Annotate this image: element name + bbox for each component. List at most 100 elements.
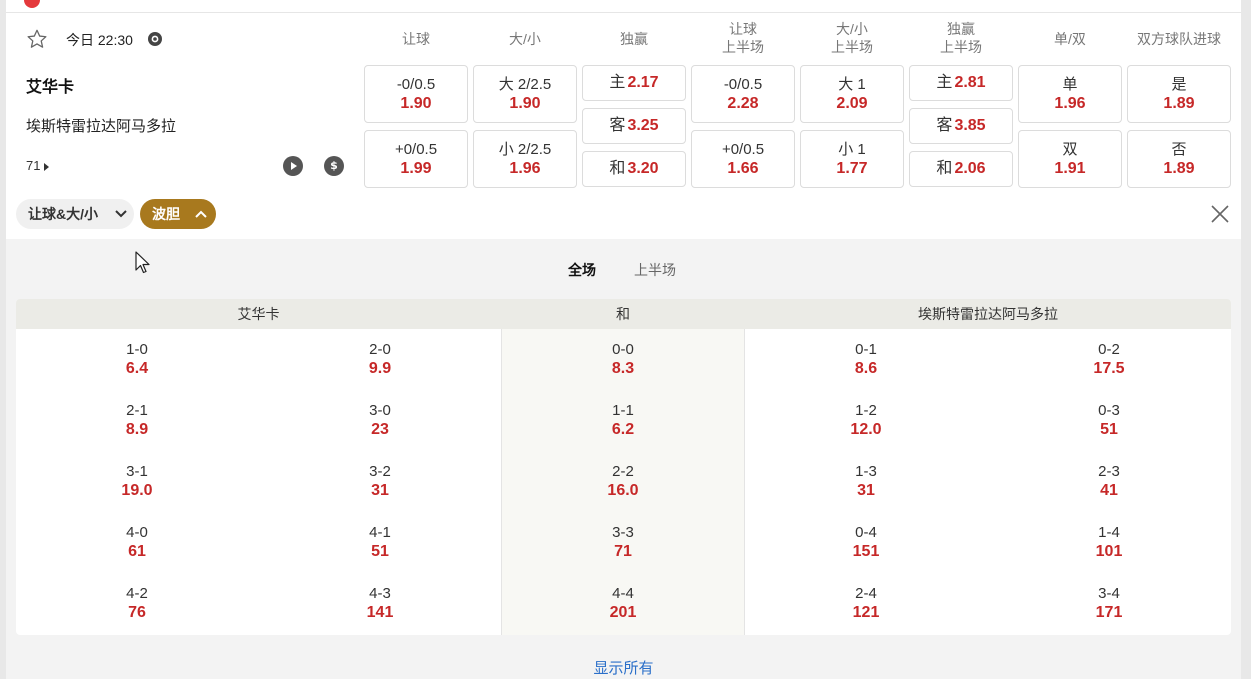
odd-label: -0/0.5 — [396, 76, 436, 93]
score-cell-4-4[interactable]: 4-4 201 — [502, 585, 744, 623]
score-odd: 101 — [1095, 543, 1123, 560]
away-team-name: 埃斯特雷拉达阿马多拉 — [26, 118, 177, 135]
odd-moneyline-away[interactable]: 客 3.25 — [582, 108, 686, 144]
score-cell-1-3[interactable]: 1-3 31 — [745, 463, 987, 501]
col-head-line: 单/双 — [1054, 31, 1086, 47]
score-label: 4-3 — [369, 585, 391, 602]
odd-value: 1.96 — [509, 160, 541, 177]
score-cell-3-3[interactable]: 3-3 71 — [502, 524, 744, 562]
score-odd: 31 — [371, 482, 389, 499]
score-odd: 201 — [609, 604, 637, 621]
col-head-moneyline-half: 独赢 上半场 — [909, 20, 1013, 56]
score-label: 3-4 — [1098, 585, 1120, 602]
score-label: 0-3 — [1098, 402, 1120, 419]
odd-moneyline-draw[interactable]: 和 3.20 — [582, 151, 686, 187]
odd-moneyline-half-home[interactable]: 主 2.81 — [909, 65, 1013, 101]
odd-handicap-away[interactable]: +0/0.5 1.99 — [364, 130, 468, 188]
close-icon[interactable] — [1209, 203, 1231, 225]
odd-even[interactable]: 双 1.91 — [1018, 130, 1122, 188]
favorite-star-icon[interactable] — [26, 28, 48, 50]
col-head-line: 独赢 — [620, 31, 648, 47]
odd-value: 3.25 — [627, 117, 659, 134]
odd-label: 主 — [936, 74, 953, 91]
tab-first-half[interactable]: 上半场 — [634, 260, 676, 280]
score-odd: 8.3 — [611, 360, 635, 377]
odd-label: 客 — [609, 117, 626, 134]
match-time: 今日 22:30 — [66, 32, 133, 48]
score-odd: 6.2 — [611, 421, 635, 438]
score-cell-1-1[interactable]: 1-1 6.2 — [502, 402, 744, 440]
filter-correct-score[interactable]: 波胆 — [140, 199, 216, 229]
show-all-link[interactable]: 显示所有 — [6, 657, 1241, 678]
more-markets-count: 71 — [26, 158, 41, 173]
col-head-handicap-half: 让球 上半场 — [691, 20, 795, 56]
odd-btts-yes[interactable]: 是 1.89 — [1127, 65, 1231, 123]
score-cell-1-2[interactable]: 1-2 12.0 — [745, 402, 987, 440]
col-head-line: 双方球队进球 — [1137, 31, 1221, 47]
col-head-line: 让球 — [402, 31, 430, 47]
score-label: 1-1 — [612, 402, 634, 419]
score-label: 2-0 — [369, 341, 391, 358]
odd-handicap-home[interactable]: -0/0.5 1.90 — [364, 65, 468, 123]
score-cell-2-2[interactable]: 2-2 16.0 — [502, 463, 744, 501]
score-cell-2-3[interactable]: 2-3 41 — [988, 463, 1230, 501]
odd-value: 1.99 — [400, 160, 432, 177]
tab-full-time[interactable]: 全场 — [568, 260, 596, 280]
odd-moneyline-half-draw[interactable]: 和 2.06 — [909, 151, 1013, 187]
score-label: 2-2 — [612, 463, 634, 480]
score-cell-4-1[interactable]: 4-1 51 — [259, 524, 501, 562]
odd-value: 1.90 — [509, 95, 541, 112]
score-cell-1-4[interactable]: 1-4 101 — [988, 524, 1230, 562]
score-cell-2-0[interactable]: 2-0 9.9 — [259, 341, 501, 379]
score-odd: 61 — [128, 543, 146, 560]
odd-moneyline-home[interactable]: 主 2.17 — [582, 65, 686, 101]
mouse-cursor-icon — [135, 251, 150, 274]
score-cell-0-0[interactable]: 0-0 8.3 — [502, 341, 744, 379]
brand-dot-icon — [24, 0, 40, 8]
score-cell-3-1[interactable]: 3-1 19.0 — [16, 463, 258, 501]
odd-label: 双 — [1062, 141, 1078, 158]
odd-over[interactable]: 大 2/2.5 1.90 — [473, 65, 577, 123]
score-label: 2-4 — [855, 585, 877, 602]
odd-moneyline-half-away[interactable]: 客 3.85 — [909, 108, 1013, 144]
col-head-line: 大/小 — [836, 21, 868, 37]
play-video-icon[interactable] — [283, 156, 303, 176]
score-cell-1-0[interactable]: 1-0 6.4 — [16, 341, 258, 379]
score-cell-4-0[interactable]: 4-0 61 — [16, 524, 258, 562]
score-label: 1-4 — [1098, 524, 1120, 541]
score-cell-4-3[interactable]: 4-3 141 — [259, 585, 501, 623]
score-cell-0-1[interactable]: 0-1 8.6 — [745, 341, 987, 379]
score-odd: 76 — [128, 604, 146, 621]
col-head-moneyline: 独赢 — [582, 30, 686, 48]
odd-label: 单 — [1062, 76, 1078, 93]
score-cell-0-4[interactable]: 0-4 151 — [745, 524, 987, 562]
score-odd: 151 — [852, 543, 880, 560]
cashout-dollar-icon[interactable]: $ — [324, 156, 344, 176]
score-cell-0-2[interactable]: 0-2 17.5 — [988, 341, 1230, 379]
score-cell-3-0[interactable]: 3-0 23 — [259, 402, 501, 440]
score-cell-4-2[interactable]: 4-2 76 — [16, 585, 258, 623]
col-head-handicap: 让球 — [364, 30, 468, 48]
score-cell-0-3[interactable]: 0-3 51 — [988, 402, 1230, 440]
odd-label: 和 — [609, 160, 626, 177]
odd-under[interactable]: 小 2/2.5 1.96 — [473, 130, 577, 188]
score-cell-3-4[interactable]: 3-4 171 — [988, 585, 1230, 623]
odd-btts-no[interactable]: 否 1.89 — [1127, 130, 1231, 188]
home-team-name: 艾华卡 — [26, 79, 75, 96]
grid-head-away: 埃斯特雷拉达阿马多拉 — [745, 299, 1231, 329]
score-cell-3-2[interactable]: 3-2 31 — [259, 463, 501, 501]
odd-label: 大 2/2.5 — [498, 76, 552, 93]
more-markets-link[interactable]: 71 — [26, 158, 50, 173]
odd-value: 1.91 — [1054, 160, 1086, 177]
score-cell-2-1[interactable]: 2-1 8.9 — [16, 402, 258, 440]
odd-under-half[interactable]: 小 1 1.77 — [800, 130, 904, 188]
filter-handicap-over-under[interactable]: 让球&大/小 — [16, 199, 134, 229]
score-label: 0-0 — [612, 341, 634, 358]
odd-odd[interactable]: 单 1.96 — [1018, 65, 1122, 123]
odd-handicap-half-home[interactable]: -0/0.5 2.28 — [691, 65, 795, 123]
odd-over-half[interactable]: 大 1 2.09 — [800, 65, 904, 123]
score-odd: 9.9 — [368, 360, 392, 377]
score-cell-2-4[interactable]: 2-4 121 — [745, 585, 987, 623]
odd-handicap-half-away[interactable]: +0/0.5 1.66 — [691, 130, 795, 188]
live-stream-icon[interactable] — [147, 31, 163, 47]
